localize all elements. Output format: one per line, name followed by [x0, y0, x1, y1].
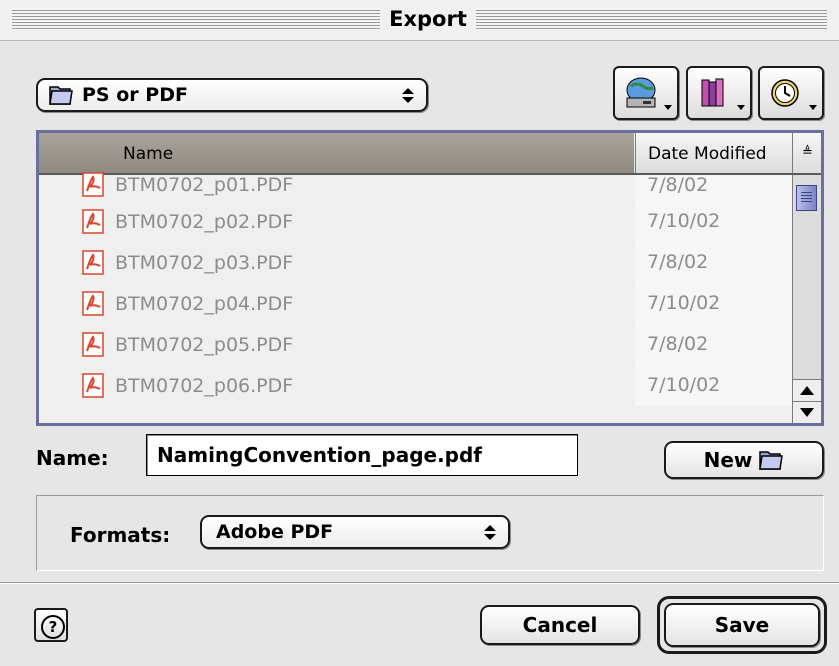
file-name-cell: BTM0702_p05.PDF — [39, 324, 634, 365]
pdf-file-icon — [82, 331, 104, 357]
pdf-file-icon — [82, 372, 104, 398]
formats-popup[interactable]: Adobe PDF — [200, 515, 510, 549]
caret-icon — [809, 105, 817, 110]
file-list-header: Name Date Modified ≜ — [39, 133, 821, 175]
pdf-file-icon — [82, 172, 104, 197]
column-header-name[interactable]: Name — [39, 133, 634, 173]
file-date: 7/10/02 — [635, 283, 792, 324]
formats-popup-value: Adobe PDF — [216, 521, 334, 543]
popup-arrows-icon — [402, 88, 414, 103]
formats-label: Formats: — [70, 523, 171, 547]
name-label: Name: — [36, 446, 109, 470]
location-popup[interactable]: PS or PDF — [36, 78, 428, 112]
popup-arrows-icon — [484, 525, 496, 540]
scroll-thumb[interactable] — [796, 185, 817, 211]
title-bar-stripes-right — [476, 8, 827, 30]
file-date: 7/8/02 — [635, 175, 792, 201]
disk-globe-icon — [626, 77, 656, 108]
file-name: BTM0702_p02.PDF — [115, 210, 294, 233]
help-icon: ? — [41, 615, 65, 639]
caret-icon — [664, 105, 672, 110]
file-list[interactable]: Name Date Modified ≜ BTM0702_p01.PDF 7/8… — [36, 130, 824, 426]
file-row[interactable]: BTM0702_p05.PDF 7/8/02 — [39, 324, 792, 365]
file-name-cell: BTM0702_p03.PDF — [39, 242, 634, 283]
vertical-scrollbar[interactable] — [792, 175, 821, 423]
sort-direction-button[interactable]: ≜ — [792, 133, 822, 173]
new-folder-label: New — [703, 448, 753, 472]
folder-icon — [49, 86, 73, 105]
file-row[interactable]: BTM0702_p03.PDF 7/8/02 — [39, 242, 792, 283]
scroll-down-arrow-icon[interactable] — [793, 401, 821, 423]
title-bar[interactable]: Export — [0, 0, 839, 41]
new-folder-button[interactable]: New — [664, 441, 824, 479]
favorites-button[interactable] — [686, 66, 752, 120]
file-row[interactable]: BTM0702_p02.PDF 7/10/02 — [39, 201, 792, 242]
shortcuts-button[interactable] — [613, 66, 679, 120]
file-name-cell: BTM0702_p01.PDF — [39, 172, 634, 201]
clock-icon — [771, 79, 799, 107]
file-name-cell: BTM0702_p02.PDF — [39, 201, 634, 242]
pdf-file-icon — [82, 208, 104, 234]
file-name: BTM0702_p03.PDF — [115, 251, 294, 274]
file-name: BTM0702_p06.PDF — [115, 374, 294, 397]
pdf-file-icon — [82, 290, 104, 316]
help-button[interactable]: ? — [34, 608, 68, 642]
cancel-button[interactable]: Cancel — [480, 605, 640, 645]
books-icon — [701, 78, 724, 107]
file-date: 7/10/02 — [635, 365, 792, 406]
file-date: 7/8/02 — [635, 242, 792, 283]
window-title: Export — [384, 4, 472, 34]
caret-icon — [737, 105, 745, 110]
file-name: BTM0702_p04.PDF — [115, 292, 294, 315]
file-row[interactable]: BTM0702_p04.PDF 7/10/02 — [39, 283, 792, 324]
folder-icon — [759, 451, 784, 470]
scroll-up-arrow-icon[interactable] — [793, 379, 821, 401]
recent-button[interactable] — [758, 66, 824, 120]
save-button[interactable]: Save — [664, 603, 820, 647]
file-row[interactable]: BTM0702_p06.PDF 7/10/02 — [39, 365, 792, 406]
title-bar-stripes-left — [12, 8, 380, 30]
file-date: 7/10/02 — [635, 201, 792, 242]
column-header-date-modified[interactable]: Date Modified — [635, 133, 792, 173]
file-date: 7/8/02 — [635, 324, 792, 365]
location-popup-label: PS or PDF — [82, 84, 188, 106]
bottom-divider-highlight — [0, 583, 839, 584]
file-list-rows: BTM0702_p01.PDF 7/8/02 BTM0702_p02.PDF 7… — [39, 172, 792, 406]
file-name-cell: BTM0702_p06.PDF — [39, 365, 634, 406]
pdf-file-icon — [82, 249, 104, 275]
file-name-cell: BTM0702_p04.PDF — [39, 283, 634, 324]
file-name: BTM0702_p01.PDF — [115, 174, 294, 196]
file-name: BTM0702_p05.PDF — [115, 333, 294, 356]
file-row[interactable]: BTM0702_p01.PDF 7/8/02 — [39, 172, 792, 201]
filename-input[interactable] — [146, 434, 578, 476]
